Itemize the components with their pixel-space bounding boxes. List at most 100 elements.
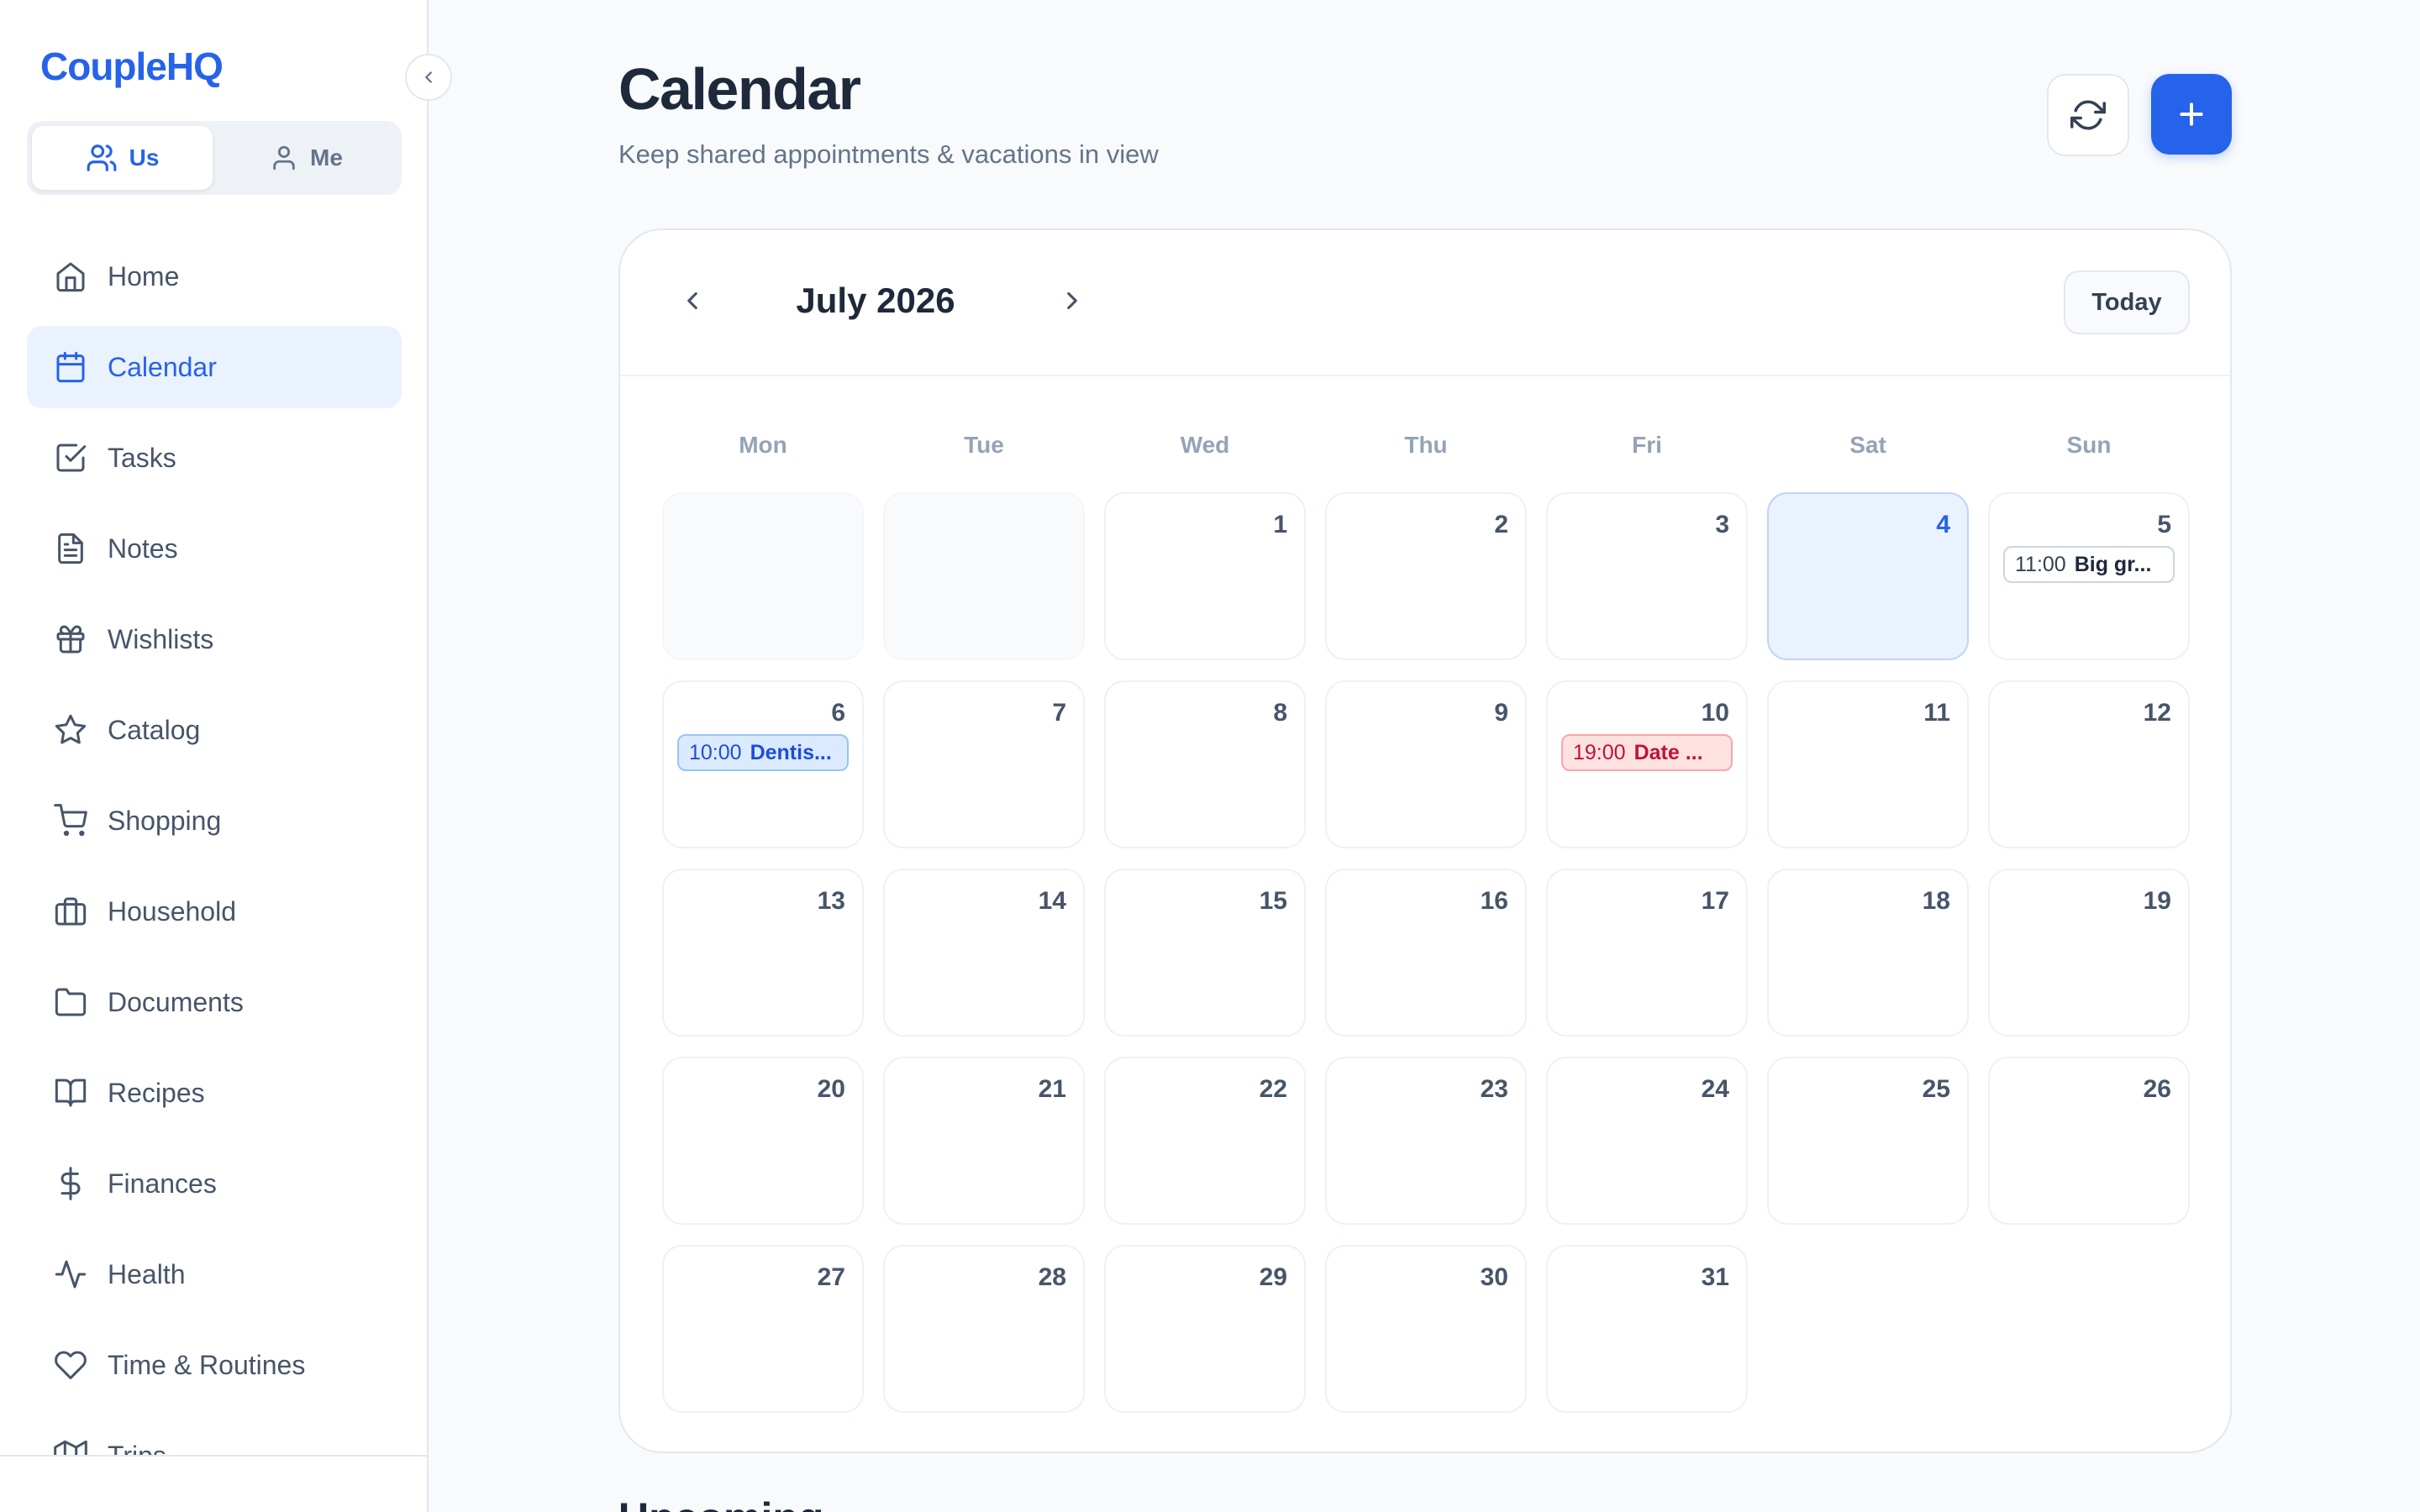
refresh-button[interactable] (2047, 74, 2129, 156)
day-cell[interactable]: 28 (883, 1245, 1085, 1413)
day-cell[interactable]: 7 (883, 680, 1085, 848)
weekday-label: Fri (1632, 432, 1662, 458)
day-number: 24 (1701, 1075, 1729, 1103)
scope-option-us[interactable]: Us (32, 126, 213, 190)
next-month-button[interactable] (1045, 274, 1099, 328)
empty-day-cell (883, 492, 1085, 660)
day-cell[interactable]: 21 (883, 1057, 1085, 1225)
day-cell[interactable]: 27 (662, 1245, 864, 1413)
sidebar-item-finances[interactable]: Finances (27, 1142, 402, 1225)
event-time: 19:00 (1573, 740, 1626, 764)
day-cell[interactable]: 26 (1988, 1057, 2190, 1225)
calendar-icon (56, 351, 85, 383)
day-cell[interactable]: 20 (662, 1057, 864, 1225)
day-number: 16 (1480, 887, 1508, 915)
sidebar-item-calendar[interactable]: Calendar (27, 326, 402, 408)
day-cell-today[interactable]: 4 (1767, 492, 1969, 660)
day-cell[interactable]: 23 (1325, 1057, 1527, 1225)
day-cell[interactable]: 1 (1104, 492, 1306, 660)
sidebar-item-home[interactable]: Home (27, 235, 402, 318)
add-event-button[interactable] (2151, 74, 2232, 155)
weekday-label: Mon (739, 432, 787, 458)
weekday-label: Sun (2066, 432, 2112, 458)
file-text-icon (58, 533, 83, 564)
day-cell[interactable]: 11 (1767, 680, 1969, 848)
weekday-label: Tue (964, 432, 1004, 458)
day-cell[interactable]: 10 19:00 Date ... (1546, 680, 1748, 848)
sidebar-item-health[interactable]: Health (27, 1233, 402, 1315)
day-number: 28 (1038, 1263, 1066, 1291)
sidebar-item-label: Notes (108, 533, 178, 564)
day-number: 6 (831, 699, 845, 727)
day-number: 26 (2143, 1075, 2171, 1103)
event-time: 10:00 (689, 740, 742, 764)
sidebar-item-wishlists[interactable]: Wishlists (27, 598, 402, 680)
day-cell[interactable]: 13 (662, 869, 864, 1037)
month-label: July 2026 (796, 281, 955, 320)
upcoming-section-title: Upcoming (618, 1494, 823, 1512)
sidebar-footer (0, 1457, 427, 1512)
day-cell[interactable]: 25 (1767, 1057, 1969, 1225)
weekday-label: Wed (1180, 432, 1230, 458)
day-cell[interactable]: 16 (1325, 869, 1527, 1037)
sidebar-item-tasks[interactable]: Tasks (27, 417, 402, 499)
sidebar-item-label: Recipes (108, 1077, 205, 1108)
day-number: 15 (1259, 887, 1287, 915)
sidebar: CoupleHQ Us Me Home Calendar Tasks Notes… (0, 0, 429, 1512)
scope-option-label: Us (129, 144, 160, 171)
today-button[interactable]: Today (2064, 270, 2190, 334)
shopping-cart-icon (54, 804, 87, 837)
sidebar-item-notes[interactable]: Notes (27, 507, 402, 590)
sidebar-item-time-routines[interactable]: Time & Routines (27, 1324, 402, 1406)
day-cell[interactable]: 3 (1546, 492, 1748, 660)
day-number: 9 (1494, 699, 1508, 727)
day-cell[interactable]: 22 (1104, 1057, 1306, 1225)
event-chip[interactable]: 10:00 Dentis... (677, 734, 849, 771)
collapse-sidebar-button[interactable] (405, 54, 452, 101)
sidebar-item-catalog[interactable]: Catalog (27, 689, 402, 771)
day-number: 23 (1480, 1075, 1508, 1103)
day-number: 1 (1273, 511, 1287, 538)
calendar-header: July 2026 Today (620, 230, 2230, 376)
day-number: 18 (1922, 887, 1950, 915)
day-cell[interactable]: 30 (1325, 1245, 1527, 1413)
sidebar-item-label: Tasks (108, 442, 176, 473)
day-cell[interactable]: 5 11:00 Big gr... (1988, 492, 2190, 660)
day-cell[interactable]: 29 (1104, 1245, 1306, 1413)
sidebar-item-shopping[interactable]: Shopping (27, 780, 402, 862)
day-cell[interactable]: 9 (1325, 680, 1527, 848)
day-number: 31 (1701, 1263, 1729, 1291)
calendar-card: July 2026 Today Mon Tue Wed Thu Fri Sat … (618, 228, 2232, 1453)
event-chip[interactable]: 19:00 Date ... (1561, 734, 1733, 771)
sidebar-item-label: Finances (108, 1168, 217, 1199)
day-cell[interactable]: 12 (1988, 680, 2190, 848)
sidebar-item-label: Catalog (108, 714, 201, 745)
sidebar-item-recipes[interactable]: Recipes (27, 1052, 402, 1134)
brand-logo[interactable]: CoupleHQ (40, 44, 224, 89)
day-number: 13 (817, 887, 845, 915)
day-cell[interactable]: 14 (883, 869, 1085, 1037)
event-chip[interactable]: 11:00 Big gr... (2003, 546, 2175, 583)
day-cell[interactable]: 18 (1767, 869, 1969, 1037)
sidebar-item-label: Calendar (108, 351, 217, 382)
sidebar-item-label: Time & Routines (108, 1349, 306, 1380)
day-number: 2 (1494, 511, 1508, 538)
heart-icon (55, 1351, 87, 1379)
day-cell[interactable]: 24 (1546, 1057, 1748, 1225)
day-cell[interactable]: 31 (1546, 1245, 1748, 1413)
day-cell[interactable]: 15 (1104, 869, 1306, 1037)
weekday-header-row: Mon Tue Wed Thu Fri Sat Sun (662, 432, 2191, 459)
chevron-right-icon (1067, 291, 1077, 310)
day-cell[interactable]: 17 (1546, 869, 1748, 1037)
scope-option-me[interactable]: Me (216, 126, 397, 190)
day-number: 7 (1052, 699, 1066, 727)
sidebar-item-documents[interactable]: Documents (27, 961, 402, 1043)
day-cell[interactable]: 2 (1325, 492, 1527, 660)
day-cell[interactable]: 6 10:00 Dentis... (662, 680, 864, 848)
day-cell[interactable]: 8 (1104, 680, 1306, 848)
book-open-icon (55, 1079, 87, 1107)
day-cell[interactable]: 19 (1988, 869, 2190, 1037)
check-square-icon (56, 444, 87, 472)
sidebar-item-household[interactable]: Household (27, 870, 402, 953)
day-number: 3 (1715, 511, 1729, 538)
